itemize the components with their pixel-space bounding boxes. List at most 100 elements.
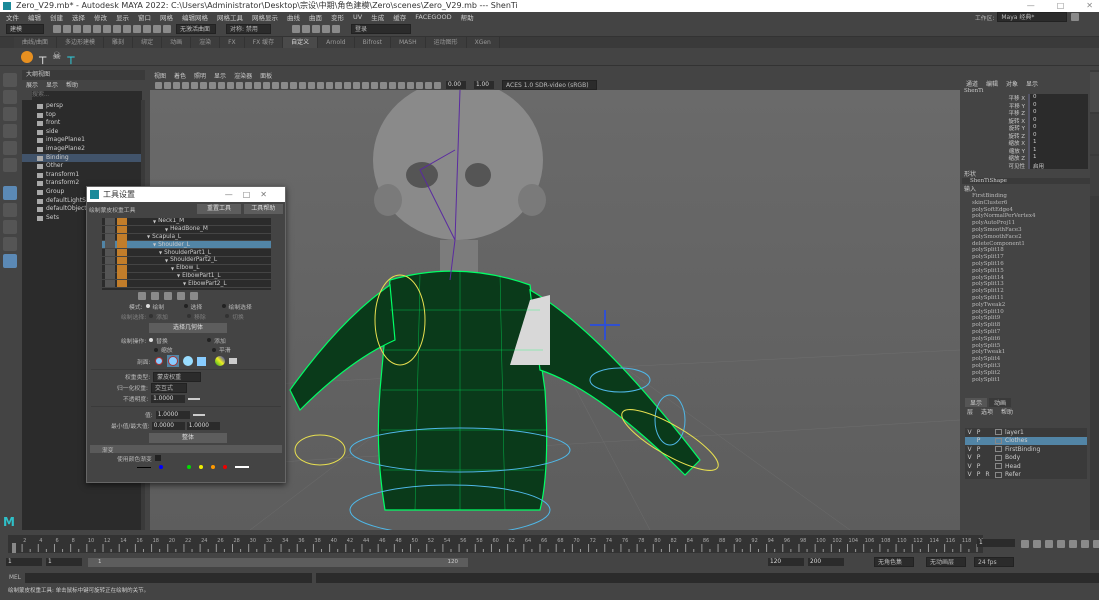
input-node[interactable]: polySplit14 — [962, 275, 1090, 282]
shelf-tab[interactable]: 动画 — [162, 37, 192, 48]
profile-soft-icon[interactable] — [166, 355, 179, 367]
shelf-tab[interactable]: 曲线/曲面 — [14, 37, 58, 48]
influence-row[interactable]: ▼ ElbowPart1_L — [102, 272, 271, 281]
channel-attr-row[interactable]: 缩放 Z1 — [962, 154, 1090, 162]
step-back-frame-icon[interactable] — [1045, 540, 1053, 548]
channel-attr-value[interactable]: 0 — [1028, 109, 1088, 117]
workspace-dropdown[interactable]: Maya 经典* — [997, 12, 1068, 22]
range-slider-bar[interactable]: 1 120 — [88, 557, 468, 567]
channel-attr-value[interactable]: 启用 — [1028, 161, 1088, 170]
paint-op-replace-radio[interactable] — [149, 338, 154, 342]
input-node[interactable]: polySplit18 — [962, 247, 1090, 254]
influence-visibility-icon[interactable] — [105, 272, 115, 280]
channel-attr-value[interactable]: 1 — [1028, 146, 1088, 154]
paint-select-add-radio[interactable] — [149, 314, 154, 318]
influence-expand-arrow[interactable]: ▼ — [147, 234, 150, 239]
influence-visibility-icon[interactable] — [105, 233, 115, 241]
select-hierarchy-icon[interactable] — [103, 25, 111, 33]
paint-select-remove-radio[interactable] — [187, 314, 192, 318]
tool-help-button[interactable]: 工具帮助 — [243, 204, 283, 214]
menu-10[interactable]: 网格显示 — [252, 12, 278, 22]
move-weights-icon[interactable] — [177, 291, 185, 300]
viewport-tool-icon[interactable] — [164, 81, 171, 89]
viewport-menu-item[interactable]: 照明 — [194, 71, 206, 80]
max-value-field[interactable]: 1.0000 — [186, 421, 220, 430]
layer-v-toggle[interactable]: V — [965, 471, 974, 478]
paste-weights-icon[interactable] — [151, 291, 159, 300]
opacity-slider[interactable] — [188, 397, 201, 400]
channel-attr-value[interactable]: 0 — [1028, 94, 1088, 102]
outliner-layout-icon[interactable] — [3, 254, 17, 268]
influence-color-swatch[interactable] — [117, 241, 127, 249]
channel-attr-value[interactable]: 1 — [1028, 154, 1088, 162]
snap-view-icon[interactable] — [163, 25, 171, 33]
viewport-tool-icon[interactable] — [425, 81, 432, 89]
viewport-tool-icon[interactable] — [308, 81, 315, 89]
shelf-tab[interactable]: 运动图形 — [425, 37, 467, 48]
symmetry-dropdown[interactable]: 对称: 禁用 — [226, 24, 271, 34]
influence-row[interactable]: ▼ HeadBone_M — [102, 225, 271, 234]
menu-9[interactable]: 网格工具 — [217, 12, 243, 22]
viewport-menu-item[interactable]: 面板 — [260, 71, 272, 80]
channel-attr-row[interactable]: 旋转 Y0 — [962, 124, 1090, 132]
input-node[interactable]: polySplit2 — [962, 370, 1090, 377]
paint-op-add-radio[interactable] — [207, 338, 212, 342]
influence-row[interactable]: ▼ Neck1_M — [102, 218, 271, 226]
input-node[interactable]: polySplit11 — [962, 295, 1090, 302]
influence-visibility-icon[interactable] — [105, 280, 115, 288]
shelf-joint-cyan-icon[interactable]: ┬ — [67, 50, 74, 64]
shelf-tab[interactable]: Arnold — [318, 37, 355, 48]
viewport-tool-icon[interactable] — [398, 81, 405, 89]
outliner-menu-item[interactable]: 显示 — [46, 80, 58, 89]
menu-6[interactable]: 窗口 — [138, 12, 151, 22]
viewport-tool-icon[interactable] — [272, 81, 279, 89]
input-node[interactable]: polySmoothFace3 — [962, 227, 1090, 234]
layer-tab[interactable]: 动画 — [989, 397, 1012, 407]
select-tool-icon[interactable] — [3, 73, 17, 87]
influence-expand-arrow[interactable]: ▼ — [183, 281, 186, 286]
input-node[interactable]: polySplit8 — [962, 322, 1090, 329]
influence-color-swatch[interactable] — [117, 233, 127, 241]
input-node[interactable]: polyTweak2 — [962, 302, 1090, 309]
menu-0[interactable]: 文件 — [6, 12, 19, 22]
input-node[interactable]: deleteComponent1 — [962, 241, 1090, 248]
menu-8[interactable]: 编辑网格 — [182, 12, 208, 22]
layer-tab[interactable]: 显示 — [965, 397, 988, 407]
menu-2[interactable]: 创建 — [50, 12, 63, 22]
input-node[interactable]: polyAutoProj11 — [962, 220, 1090, 227]
input-node[interactable]: polySplit17 — [962, 254, 1090, 261]
maximize-button[interactable]: □ — [1057, 0, 1065, 12]
menu-13[interactable]: 变形 — [331, 12, 344, 22]
menu-14[interactable]: UV — [353, 13, 362, 21]
layer-row[interactable]: V P Head — [965, 462, 1087, 471]
menu-3[interactable]: 选择 — [72, 12, 85, 22]
input-node[interactable]: polySplit15 — [962, 268, 1090, 275]
outliner-item[interactable]: front — [22, 119, 145, 128]
viewport-tool-icon[interactable] — [218, 81, 225, 89]
render-settings-icon[interactable] — [332, 25, 340, 33]
min-value-field[interactable]: 0.0000 — [151, 421, 185, 430]
input-node[interactable]: FirstBinding — [962, 193, 1090, 200]
viewport-tool-icon[interactable] — [263, 81, 270, 89]
influence-visibility-icon[interactable] — [105, 218, 115, 225]
side-by-side-layout-icon[interactable] — [3, 237, 17, 251]
value-slider[interactable] — [192, 413, 205, 416]
influence-visibility-icon[interactable] — [105, 225, 115, 233]
input-node[interactable]: polySplit1 — [962, 377, 1090, 384]
input-node[interactable]: polySplit6 — [962, 336, 1090, 343]
viewport-tool-icon[interactable] — [317, 81, 324, 89]
menu-18[interactable]: 帮助 — [461, 12, 474, 22]
profile-gaussian-icon[interactable] — [154, 357, 163, 365]
channel-attr-value[interactable]: 0 — [1028, 124, 1088, 132]
login-dropdown[interactable]: 登录 — [351, 24, 411, 34]
menu-16[interactable]: 缓存 — [393, 12, 406, 22]
copy-weights-icon[interactable] — [138, 291, 146, 300]
open-scene-icon[interactable] — [63, 25, 71, 33]
new-scene-icon[interactable] — [53, 25, 61, 33]
input-node[interactable]: polySplit16 — [962, 261, 1090, 268]
select-component-icon[interactable] — [123, 25, 131, 33]
four-view-layout-icon[interactable] — [3, 220, 17, 234]
mode-paint-select-radio[interactable] — [221, 304, 226, 308]
live-surface-field[interactable]: 无激活曲面 — [176, 24, 216, 34]
input-node[interactable]: skinCluster6 — [962, 200, 1090, 207]
